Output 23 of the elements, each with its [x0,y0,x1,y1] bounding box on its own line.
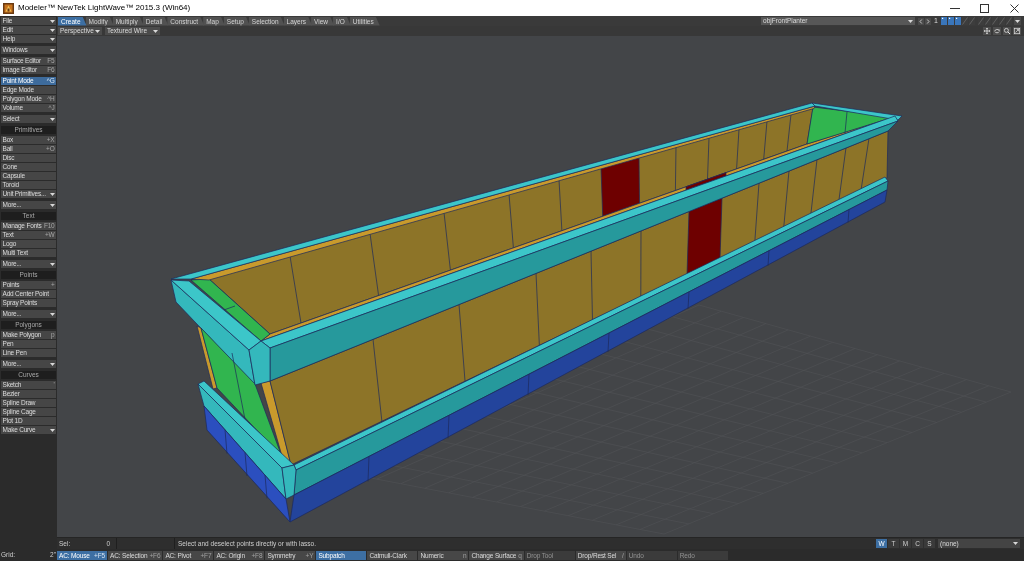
zoom-icon[interactable] [1003,27,1011,35]
caret-icon [49,192,55,196]
close-icon[interactable] [1010,3,1019,13]
caret-icon [49,203,55,207]
caret-icon [153,29,158,33]
maximize-view-icon[interactable] [1013,27,1021,35]
move-icon[interactable] [983,27,991,35]
caret-icon[interactable] [1014,17,1021,25]
chevron-left-icon[interactable] [918,17,925,25]
rotate-icon[interactable] [993,27,1001,35]
window-title: Modeler™ NewTek LightWave™ 2015.3 (Win64) [18,2,191,14]
caret-icon [49,428,55,432]
caret-icon [908,19,914,23]
caret-icon [95,29,100,33]
caret-icon [49,312,55,316]
caret-icon [49,48,55,52]
app-icon [3,2,14,14]
caret-icon [49,117,55,121]
chevron-right-icon[interactable] [925,17,932,25]
maximize-icon[interactable] [980,3,989,13]
caret-icon [49,262,55,266]
caret-icon [49,362,55,366]
caret-icon [1013,542,1018,545]
